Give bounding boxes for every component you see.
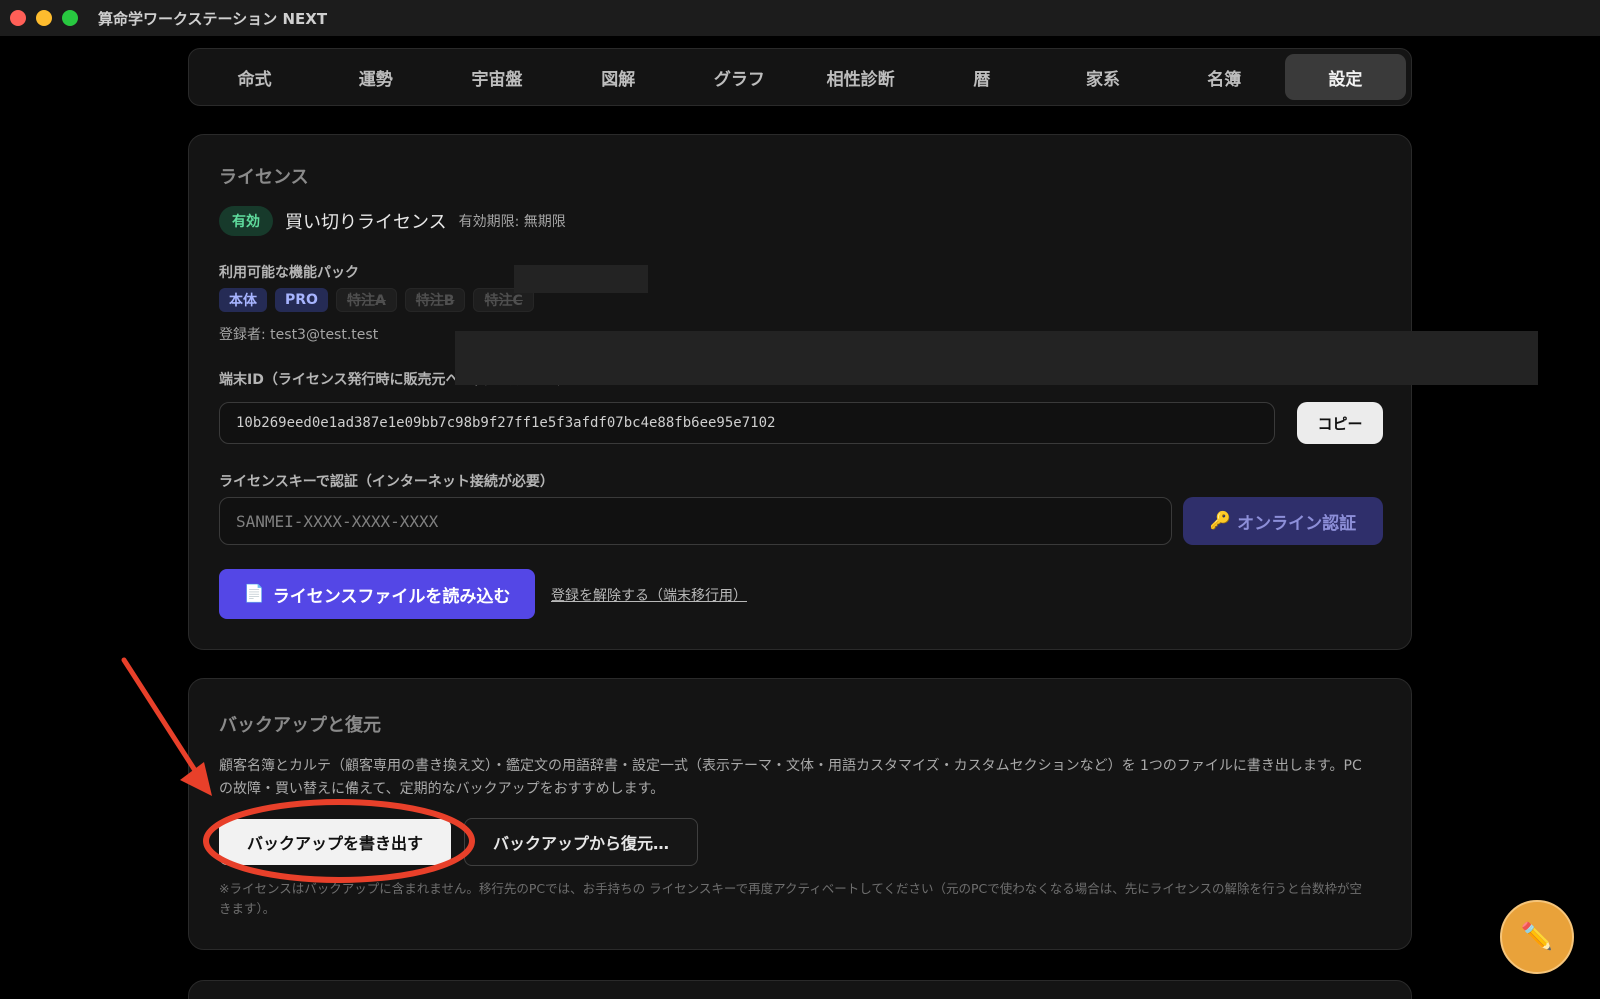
online-auth-label: オンライン認証 bbox=[1237, 513, 1357, 534]
unregister-link[interactable]: 登録を解除する（端末移行用） bbox=[551, 585, 747, 605]
next-card bbox=[188, 980, 1412, 999]
maximize-window-button[interactable] bbox=[62, 10, 78, 26]
load-license-file-label: ライセンスファイルを読み込む bbox=[272, 586, 511, 607]
tab-uchuban[interactable]: 宇宙盤 bbox=[436, 54, 557, 100]
tab-aisho[interactable]: 相性診断 bbox=[800, 54, 921, 100]
pack-badge-main: 本体 bbox=[219, 288, 267, 312]
license-status-row: 有効 買い切りライセンス 有効期限: 無期限 bbox=[219, 206, 566, 236]
pack-badge-custom-a: 特注A bbox=[335, 288, 397, 312]
copy-button[interactable]: コピー bbox=[1297, 402, 1383, 444]
edit-fab-button[interactable]: ✏️ bbox=[1500, 900, 1574, 974]
export-backup-button[interactable]: バックアップを書き出す bbox=[219, 819, 451, 865]
backup-section-title: バックアップと復元 bbox=[219, 715, 381, 736]
packs-label: 利用可能な機能パック bbox=[219, 265, 359, 281]
main-tabs: 命式 運勢 宇宙盤 図解 グラフ 相性診断 暦 家系 名簿 設定 bbox=[188, 48, 1412, 106]
license-key-label: ライセンスキーで認証（インターネット接続が必要） bbox=[219, 474, 554, 490]
window-controls bbox=[10, 10, 78, 26]
device-id-value: 10b269eed0e1ad387e1e09bb7c98b9f27ff1e5f3… bbox=[236, 415, 776, 431]
license-key-field[interactable] bbox=[219, 497, 1172, 545]
load-license-file-button[interactable]: 📄 ライセンスファイルを読み込む bbox=[219, 569, 535, 619]
tab-kakei[interactable]: 家系 bbox=[1042, 54, 1163, 100]
status-badge: 有効 bbox=[219, 206, 273, 236]
close-window-button[interactable] bbox=[10, 10, 26, 26]
title-bar: 算命学ワークステーション NEXT bbox=[0, 0, 1600, 36]
pencil-icon: ✏️ bbox=[1520, 922, 1554, 952]
feature-packs: 本体 PRO 特注A 特注B 特注C bbox=[219, 288, 534, 312]
pack-badge-custom-b: 特注B bbox=[404, 288, 466, 312]
license-key-input[interactable] bbox=[236, 511, 1171, 531]
tab-zukai[interactable]: 図解 bbox=[558, 54, 679, 100]
tab-unsei[interactable]: 運勢 bbox=[315, 54, 436, 100]
minimize-window-button[interactable] bbox=[36, 10, 52, 26]
key-icon: 🔑 bbox=[1209, 511, 1232, 531]
registrant: 登録者: test3@test.test bbox=[219, 327, 379, 343]
redaction-block bbox=[514, 265, 648, 293]
file-icon: 📄 bbox=[243, 584, 265, 604]
license-card: ライセンス 有効 買い切りライセンス 有効期限: 無期限 利用可能な機能パック … bbox=[188, 134, 1412, 650]
tab-koyomi[interactable]: 暦 bbox=[921, 54, 1042, 100]
tab-meibo[interactable]: 名簿 bbox=[1164, 54, 1285, 100]
window-title: 算命学ワークステーション NEXT bbox=[98, 9, 328, 28]
redaction-block bbox=[455, 331, 1538, 385]
license-expiry: 有効期限: 無期限 bbox=[458, 214, 566, 230]
backup-card: バックアップと復元 顧客名簿とカルテ（顧客専用の書き換え文）・鑑定文の用語辞書・… bbox=[188, 678, 1412, 950]
backup-note: ※ライセンスはバックアップに含まれません。移行先のPCでは、お手持ちの ライセン… bbox=[219, 881, 1362, 916]
pack-badge-pro: PRO bbox=[275, 288, 328, 312]
tab-settings[interactable]: 設定 bbox=[1284, 54, 1407, 100]
restore-backup-button[interactable]: バックアップから復元… bbox=[464, 818, 698, 866]
backup-description: 顧客名簿とカルテ（顧客専用の書き換え文）・鑑定文の用語辞書・設定一式（表示テーマ… bbox=[219, 758, 1362, 797]
device-id-field[interactable]: 10b269eed0e1ad387e1e09bb7c98b9f27ff1e5f3… bbox=[219, 402, 1275, 444]
online-auth-button[interactable]: 🔑 オンライン認証 bbox=[1183, 497, 1383, 545]
license-section-title: ライセンス bbox=[219, 167, 309, 188]
tab-meishiki[interactable]: 命式 bbox=[194, 54, 315, 100]
tab-graph[interactable]: グラフ bbox=[679, 54, 800, 100]
annotation-arrow bbox=[121, 657, 199, 775]
license-type: 買い切りライセンス bbox=[285, 212, 447, 233]
